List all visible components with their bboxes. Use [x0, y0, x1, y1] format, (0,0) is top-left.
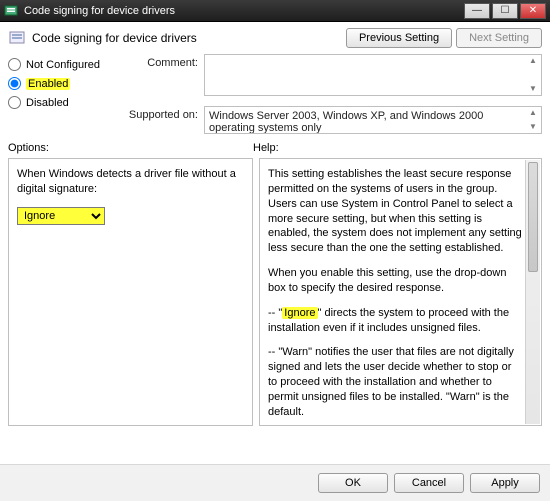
radio-disabled[interactable]: Disabled: [8, 96, 118, 109]
comment-label: Comment:: [126, 54, 198, 69]
window-controls: — ☐ ✕: [464, 3, 546, 19]
radio-label: Not Configured: [26, 59, 100, 71]
supported-on-box: Windows Server 2003, Windows XP, and Win…: [204, 106, 542, 134]
supported-on-label: Supported on:: [126, 106, 198, 121]
dialog-footer: OK Cancel Apply: [0, 464, 550, 501]
ok-button[interactable]: OK: [318, 473, 388, 493]
radio-not-configured-input[interactable]: [8, 58, 21, 71]
scroll-indicator: ▲▼: [526, 56, 540, 94]
radio-label: Disabled: [26, 97, 69, 109]
help-heading: Help:: [253, 142, 279, 154]
minimize-button[interactable]: —: [464, 3, 490, 19]
close-button[interactable]: ✕: [520, 3, 546, 19]
system-icon: [4, 4, 18, 18]
scrollbar-thumb[interactable]: [528, 162, 538, 272]
cancel-button[interactable]: Cancel: [394, 473, 464, 493]
next-setting-button: Next Setting: [456, 28, 542, 48]
radio-label: Enabled: [26, 78, 70, 90]
page-title: Code signing for device drivers: [32, 31, 197, 45]
options-heading: Options:: [8, 142, 253, 154]
help-text: -- "Ignore" directs the system to procee…: [268, 306, 523, 336]
radio-disabled-input[interactable]: [8, 96, 21, 109]
scroll-indicator: ▲▼: [526, 108, 540, 132]
help-highlight-ignore: Ignore: [282, 307, 317, 319]
comment-input[interactable]: ▲▼: [204, 54, 542, 96]
help-text: -- "Warn" notifies the user that files a…: [268, 345, 523, 419]
help-scrollbar[interactable]: [525, 160, 540, 424]
maximize-button[interactable]: ☐: [492, 3, 518, 19]
help-text: When you enable this setting, use the dr…: [268, 266, 523, 296]
radio-enabled[interactable]: Enabled: [8, 77, 118, 90]
options-pane: When Windows detects a driver file witho…: [8, 158, 253, 426]
radio-not-configured[interactable]: Not Configured: [8, 58, 118, 71]
previous-setting-button[interactable]: Previous Setting: [346, 28, 452, 48]
help-pane: This setting establishes the least secur…: [259, 158, 542, 426]
title-bar: Code signing for device drivers — ☐ ✕: [0, 0, 550, 22]
apply-button[interactable]: Apply: [470, 473, 540, 493]
window-title: Code signing for device drivers: [24, 5, 464, 17]
radio-enabled-input[interactable]: [8, 77, 21, 90]
policy-icon: [8, 29, 26, 47]
response-dropdown[interactable]: Ignore: [17, 207, 105, 225]
supported-on-value: Windows Server 2003, Windows XP, and Win…: [209, 110, 483, 134]
help-text: This setting establishes the least secur…: [268, 167, 523, 256]
options-description: When Windows detects a driver file witho…: [17, 167, 244, 197]
